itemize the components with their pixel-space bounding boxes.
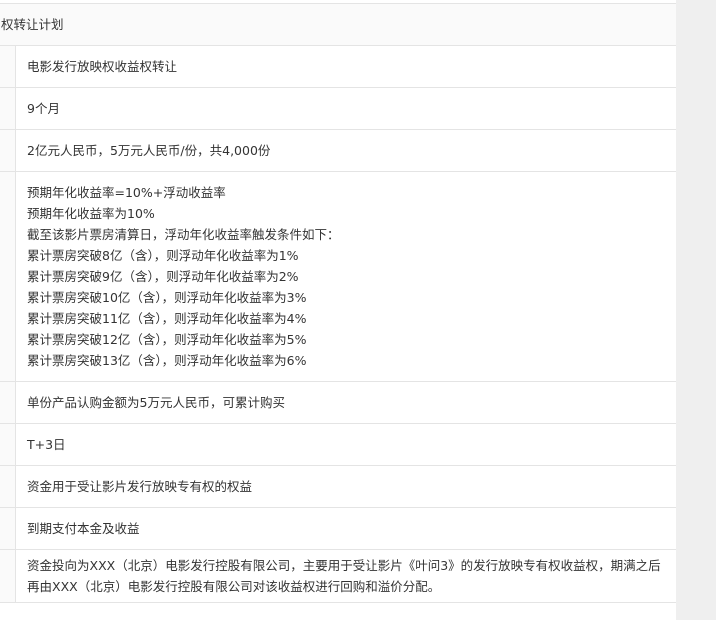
row-label-cell: [0, 88, 16, 129]
table-row-subscription: 单份产品认购金额为5万元人民币，可累计购买: [0, 382, 676, 424]
table-row-settlement: T+3日: [0, 424, 676, 466]
row-label-cell: [0, 550, 16, 602]
return-tier-line: 累计票房突破11亿（含），则浮动年化收益率为4%: [27, 311, 307, 326]
row-label-cell: [0, 46, 16, 87]
return-base-line: 预期年化收益率为10%: [27, 206, 155, 221]
row-value-cell: 到期支付本金及收益: [16, 508, 676, 549]
return-trigger-intro-line: 截至该影片票房清算日，浮动年化收益率触发条件如下：: [27, 227, 340, 242]
row-value-text: 资金投向为XXX（北京）电影发行控股有限公司，主要用于受让影片《叶问3》的发行放…: [27, 558, 661, 594]
return-tier-line: 累计票房突破10亿（含），则浮动年化收益率为3%: [27, 290, 307, 305]
row-label-cell: [0, 508, 16, 549]
return-tier-line: 累计票房突破12亿（含），则浮动年化收益率为5%: [27, 332, 307, 347]
return-tier-line: 累计票房突破8亿（含），则浮动年化收益率为1%: [27, 248, 299, 263]
product-plan-table: 权转让计划 电影发行放映权收益权转让 9个月 2亿元人民币，5万元人民币/份，共…: [0, 3, 677, 603]
table-row-use-of-funds: 资金用于受让影片发行放映专有权的权益: [0, 466, 676, 508]
row-value-text: 电影发行放映权收益权转让: [27, 59, 178, 74]
row-value-text: 单份产品认购金额为5万元人民币，可累计购买: [27, 395, 285, 410]
row-value-text: 2亿元人民币，5万元人民币/份，共4,000份: [27, 143, 271, 158]
row-value-cell: 电影发行放映权收益权转让: [16, 46, 676, 87]
scrollbar-track[interactable]: [676, 0, 716, 620]
table-row-investment-direction: 资金投向为XXX（北京）电影发行控股有限公司，主要用于受让影片《叶问3》的发行放…: [0, 550, 676, 603]
table-row-scale: 2亿元人民币，5万元人民币/份，共4,000份: [0, 130, 676, 172]
row-value-cell: 预期年化收益率=10%+浮动收益率 预期年化收益率为10% 截至该影片票房清算日…: [16, 172, 676, 381]
row-label-cell: [0, 424, 16, 465]
table-row-payout: 到期支付本金及收益: [0, 508, 676, 550]
page: 权转让计划 电影发行放映权收益权转让 9个月 2亿元人民币，5万元人民币/份，共…: [0, 0, 716, 620]
row-label-cell: [0, 466, 16, 507]
return-formula-line: 预期年化收益率=10%+浮动收益率: [27, 185, 226, 200]
row-value-text: 资金用于受让影片发行放映专有权的权益: [27, 479, 253, 494]
row-value-cell: 资金用于受让影片发行放映专有权的权益: [16, 466, 676, 507]
table-row-expected-return: 预期年化收益率=10%+浮动收益率 预期年化收益率为10% 截至该影片票房清算日…: [0, 172, 676, 382]
table-row-term: 9个月: [0, 88, 676, 130]
table-row-product-type: 电影发行放映权收益权转让: [0, 46, 676, 88]
return-tier-line: 累计票房突破13亿（含），则浮动年化收益率为6%: [27, 353, 307, 368]
row-label-cell: [0, 382, 16, 423]
row-value-cell: 2亿元人民币，5万元人民币/份，共4,000份: [16, 130, 676, 171]
row-value-cell: T+3日: [16, 424, 676, 465]
row-value-text: 到期支付本金及收益: [27, 521, 140, 536]
row-label-cell: [0, 172, 16, 381]
row-value-text: T+3日: [27, 437, 66, 452]
row-value-text: 9个月: [27, 101, 60, 116]
row-label-cell: [0, 130, 16, 171]
row-value-cell: 9个月: [16, 88, 676, 129]
row-value-cell: 资金投向为XXX（北京）电影发行控股有限公司，主要用于受让影片《叶问3》的发行放…: [16, 550, 676, 602]
return-tier-line: 累计票房突破9亿（含），则浮动年化收益率为2%: [27, 269, 299, 284]
table-title: 权转让计划: [0, 4, 676, 46]
row-value-cell: 单份产品认购金额为5万元人民币，可累计购买: [16, 382, 676, 423]
